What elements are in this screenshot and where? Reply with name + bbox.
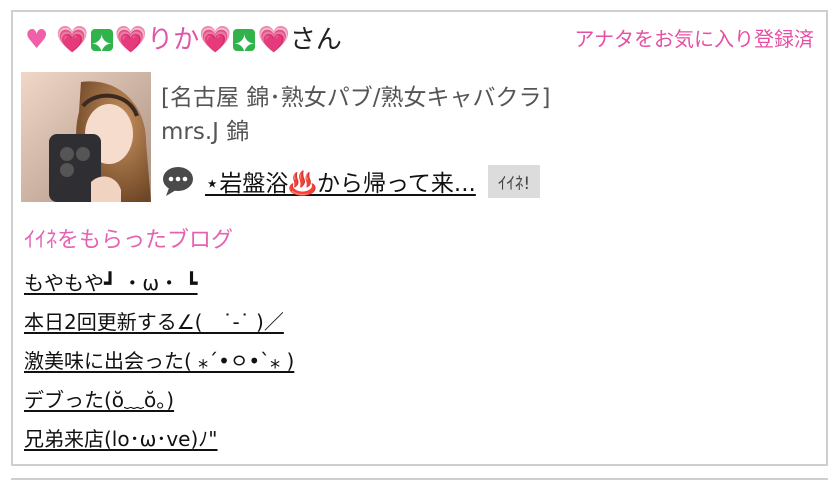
sparkling-heart-icon: 💗 [257,25,290,55]
shop-name[interactable]: mrs.J 錦 [161,112,249,146]
blog-link[interactable]: もやもや┛ ・ω・ ┗ [24,271,198,295]
speech-bubble-icon [163,167,193,196]
blog-link[interactable]: 本日2回更新する∠( ˙-˙ )／ [24,310,284,334]
blog-link[interactable]: デブった(ŏ﹏ŏ。) [24,388,174,412]
list-item: 兄弟来店(lo･ω･ve)ﾉ" [24,423,294,462]
avatar-photo [21,72,151,202]
latest-post: ⋆岩盤浴♨️から帰って来... ｲｲﾈ! [161,162,541,200]
list-item: もやもや┛ ・ω・ ┗ [24,267,294,306]
blog-link[interactable]: 兄弟来店(lo･ω･ve)ﾉ" [24,427,218,451]
favorite-status-link[interactable]: アナタをお気に入り登録済 [574,23,814,52]
heart-icon: ♥ [25,25,49,55]
sparkle-icon: ✦ [90,29,113,60]
blog-card: ♥ 💗 ✦ 💗 りか 💗 ✦ 💗 さん アナタをお気に入り登録済 [名古屋 錦･… [11,10,828,466]
iine-button[interactable]: ｲｲﾈ! [487,164,541,198]
honorific: さん [289,25,342,55]
sparkle-icon: ✦ [233,29,256,60]
liked-blogs-list: もやもや┛ ・ω・ ┗ 本日2回更新する∠( ˙-˙ )／ 激美味に出会った( … [24,267,294,462]
latest-post-link[interactable]: ⋆岩盤浴♨️から帰って来... [205,164,476,198]
avatar[interactable] [21,72,151,202]
blog-link[interactable]: 激美味に出会った( ⁎ˊ•ㅇ•ˋ⁎ ) [24,349,294,373]
liked-blogs-heading: ｲｲﾈをもらったブログ [24,228,234,253]
sparkling-heart-icon: 💗 [56,25,89,55]
list-item: 本日2回更新する∠( ˙-˙ )／ [24,306,294,345]
sparkling-heart-icon: 💗 [199,25,232,55]
next-card-edge [11,478,828,484]
girl-name-text: りか [147,25,200,55]
shop-category: [名古屋 錦･熟女パブ/熟女キャバクラ] [161,85,551,111]
girl-name[interactable]: ♥ 💗 ✦ 💗 りか 💗 ✦ 💗 さん [25,22,342,60]
list-item: 激美味に出会った( ⁎ˊ•ㅇ•ˋ⁎ ) [24,345,294,384]
sparkling-heart-icon: 💗 [114,25,148,55]
list-item: デブった(ŏ﹏ŏ。) [24,384,294,423]
